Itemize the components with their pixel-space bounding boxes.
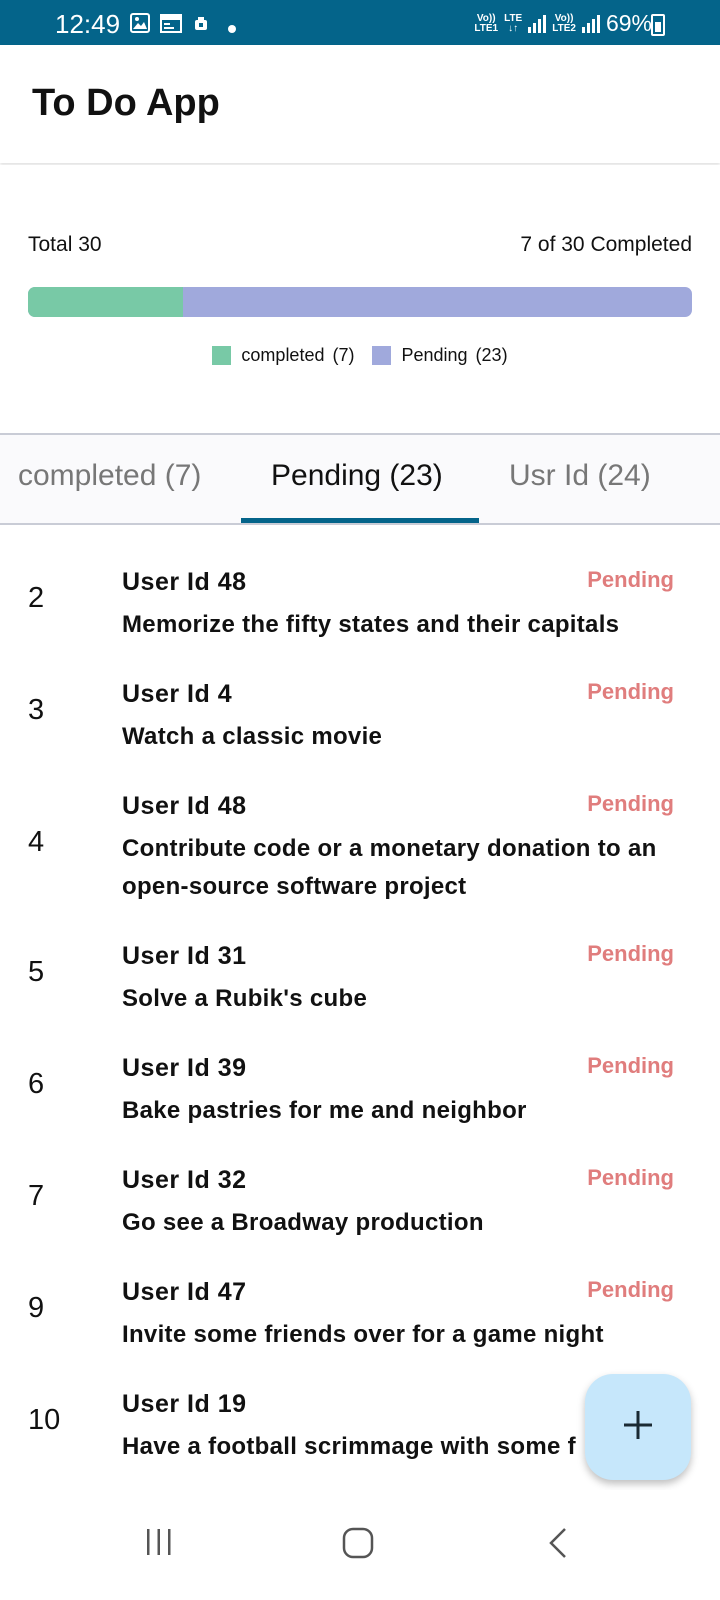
network-2: Vo)) LTE2 xyxy=(552,12,576,34)
legend-label-completed: completed (7) xyxy=(241,345,354,366)
item-id: 5 xyxy=(28,956,45,988)
list-item[interactable]: 6 User Id 39 Pending Bake pastries for m… xyxy=(0,1026,720,1138)
progress-bar xyxy=(28,287,692,317)
status-badge: Pending xyxy=(587,1053,674,1078)
item-user-id: User Id 48 xyxy=(122,568,247,596)
item-id: 4 xyxy=(28,826,45,858)
status-bar: 12:49 Vo)) LTE1 LTE ↓↑ Vo)) LTE2 69% xyxy=(0,0,720,45)
item-title: Solve a Rubik's cube xyxy=(122,985,368,1012)
page-title: To Do App xyxy=(32,82,220,124)
list-item[interactable]: 7 User Id 32 Pending Go see a Broadway p… xyxy=(0,1138,720,1250)
item-id: 10 xyxy=(28,1404,61,1436)
item-id: 7 xyxy=(28,1180,45,1212)
item-title: Have a football scrimmage with some f xyxy=(122,1433,576,1460)
app-bar: To Do App xyxy=(0,45,720,163)
network-1-bottom: LTE1 xyxy=(474,22,499,34)
signal-icon xyxy=(528,14,547,33)
item-title: Memorize the fifty states and their capi… xyxy=(122,611,620,638)
list-item[interactable]: 9 User Id 47 Pending Invite some friends… xyxy=(0,1250,720,1362)
plus-icon xyxy=(622,1409,654,1446)
legend-swatch-pending xyxy=(372,346,392,365)
item-user-id: User Id 32 xyxy=(122,1166,247,1194)
network-2-top: Vo)) xyxy=(554,12,574,24)
home-icon[interactable] xyxy=(341,1526,375,1565)
tab-user-id[interactable]: Usr Id (24) xyxy=(509,459,651,493)
tab-pending[interactable]: Pending (23) xyxy=(271,459,443,493)
calendar-icon xyxy=(160,13,182,38)
lte-label: LTE xyxy=(504,12,523,24)
item-id: 6 xyxy=(28,1068,45,1100)
status-badge: Pending xyxy=(587,1165,674,1190)
network-1: Vo)) LTE1 xyxy=(474,12,499,34)
network-1-top: Vo)) xyxy=(476,12,496,24)
item-id: 2 xyxy=(28,582,45,614)
item-user-id: User Id 48 xyxy=(122,792,247,820)
status-badge: Pending xyxy=(587,791,674,816)
back-icon[interactable] xyxy=(546,1526,570,1565)
completed-summary-label: 7 of 30 Completed xyxy=(520,233,692,256)
summary-panel: Total 30 7 of 30 Completed completed (7) … xyxy=(0,165,720,433)
total-label: Total 30 xyxy=(28,233,102,256)
status-badge: Pending xyxy=(587,567,674,592)
item-user-id: User Id 4 xyxy=(122,680,233,708)
battery-percent: 69% xyxy=(605,10,652,36)
legend-item-pending: Pending (23) xyxy=(372,345,508,366)
dot-icon xyxy=(228,20,236,38)
list-item[interactable]: 2 User Id 48 Pending Memorize the fifty … xyxy=(0,540,720,652)
image-icon xyxy=(130,13,150,38)
network-2-bottom: LTE2 xyxy=(552,22,576,34)
status-badge: Pending xyxy=(587,941,674,966)
item-user-id: User Id 19 xyxy=(122,1390,247,1418)
legend-label-pending: Pending (23) xyxy=(401,345,507,366)
item-title: Bake pastries for me and neighbor xyxy=(122,1097,527,1124)
item-user-id: User Id 31 xyxy=(122,942,247,970)
item-user-id: User Id 47 xyxy=(122,1278,247,1306)
item-title: Go see a Broadway production xyxy=(122,1209,484,1236)
tab-bar: completed (7) Pending (23) Usr Id (24) xyxy=(0,433,720,525)
status-badge: Pending xyxy=(587,1277,674,1302)
legend-count: (23) xyxy=(475,345,508,365)
legend: completed (7) Pending (23) xyxy=(0,345,720,366)
item-title: Invite some friends over for a game nigh… xyxy=(122,1321,604,1348)
tab-indicator xyxy=(241,518,479,523)
status-indicators: Vo)) LTE1 LTE ↓↑ Vo)) LTE2 69% xyxy=(474,10,652,37)
tab-completed[interactable]: completed (7) xyxy=(18,459,201,493)
item-title: Watch a classic movie xyxy=(122,723,383,750)
add-todo-button[interactable] xyxy=(585,1374,691,1480)
item-id: 9 xyxy=(28,1292,45,1324)
legend-text: completed xyxy=(241,345,325,365)
legend-swatch-completed xyxy=(212,346,232,365)
legend-count: (7) xyxy=(332,345,355,365)
battery-icon xyxy=(651,14,665,36)
item-id: 3 xyxy=(28,694,45,726)
legend-item-completed: completed (7) xyxy=(212,345,354,366)
status-time: 12:49 xyxy=(55,9,121,39)
recent-apps-icon[interactable] xyxy=(143,1526,175,1563)
signal-icon-2 xyxy=(581,14,600,33)
todo-list[interactable]: 2 User Id 48 Pending Memorize the fifty … xyxy=(0,540,720,1475)
notification-icon xyxy=(194,17,208,36)
item-title: Contribute code or a monetary donation t… xyxy=(122,835,657,900)
legend-text: Pending xyxy=(401,345,468,365)
list-item[interactable]: 5 User Id 31 Pending Solve a Rubik's cub… xyxy=(0,914,720,1026)
list-item[interactable]: 3 User Id 4 Pending Watch a classic movi… xyxy=(0,652,720,764)
system-nav-bar xyxy=(0,1490,720,1600)
data-arrows-icon: ↓↑ xyxy=(508,22,519,34)
lte-indicator: LTE ↓↑ xyxy=(504,12,523,34)
status-badge: Pending xyxy=(587,679,674,704)
progress-fill-completed xyxy=(28,287,183,317)
item-user-id: User Id 39 xyxy=(122,1054,247,1082)
list-item[interactable]: 4 User Id 48 Pending Contribute code or … xyxy=(0,764,720,914)
